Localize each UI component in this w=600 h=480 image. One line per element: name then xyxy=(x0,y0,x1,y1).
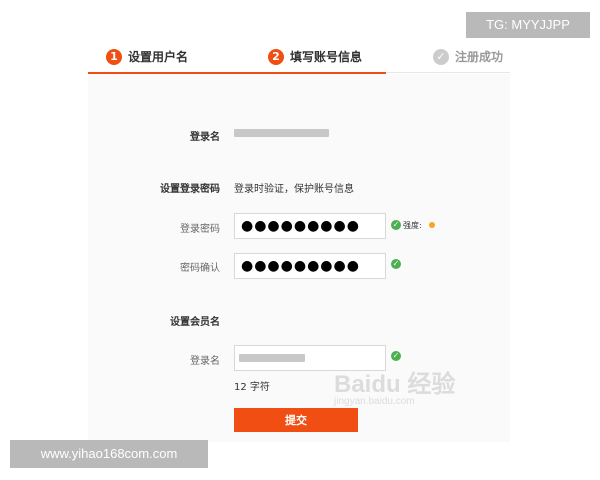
check-circle-icon: ✓ xyxy=(433,48,449,65)
member-section-label: 设置会员名 xyxy=(170,317,220,328)
check-icon: ✓ xyxy=(391,220,401,230)
step-label: 设置用户名 xyxy=(128,50,189,64)
strength-indicator-icon xyxy=(429,222,435,228)
registration-steps: 1 设置用户名 2 填写账号信息 ✓ 注册成功 xyxy=(88,40,510,74)
member-name-label: 登录名 xyxy=(190,356,220,367)
username-label: 登录名 xyxy=(190,132,220,143)
step-label: 填写账号信息 xyxy=(290,50,363,64)
password-label: 登录密码 xyxy=(180,224,220,235)
step-register-success: ✓ 注册成功 xyxy=(433,48,503,65)
step-number: 1 xyxy=(106,48,122,65)
step-label: 注册成功 xyxy=(455,50,504,64)
step-number: 2 xyxy=(268,48,284,65)
baidu-watermark-url: jingyan.baidu.com xyxy=(334,396,415,407)
baidu-watermark-logo: Baidu 经验 xyxy=(334,371,456,398)
char-count: 12 字符 xyxy=(234,382,270,393)
check-icon: ✓ xyxy=(391,259,401,269)
confirm-password-input[interactable]: ●●●●●●●●● xyxy=(234,253,386,279)
step-set-username: 1 设置用户名 xyxy=(106,48,188,65)
site-watermark: www.yihao168com.com xyxy=(10,440,208,468)
password-hint: 登录时验证，保护账号信息 xyxy=(234,184,354,195)
confirm-password-label: 密码确认 xyxy=(180,263,220,274)
submit-button[interactable]: 提交 xyxy=(234,408,358,432)
check-icon: ✓ xyxy=(391,351,401,361)
step-fill-account-info: 2 填写账号信息 xyxy=(268,48,362,65)
strength-label: 强度: xyxy=(403,221,422,230)
password-section-label: 设置登录密码 xyxy=(160,184,220,195)
password-input[interactable]: ●●●●●●●●● xyxy=(234,213,386,239)
tg-watermark: TG: MYYJJPP xyxy=(466,12,590,38)
member-name-value-blurred xyxy=(239,354,305,362)
username-value-blurred xyxy=(234,129,329,137)
